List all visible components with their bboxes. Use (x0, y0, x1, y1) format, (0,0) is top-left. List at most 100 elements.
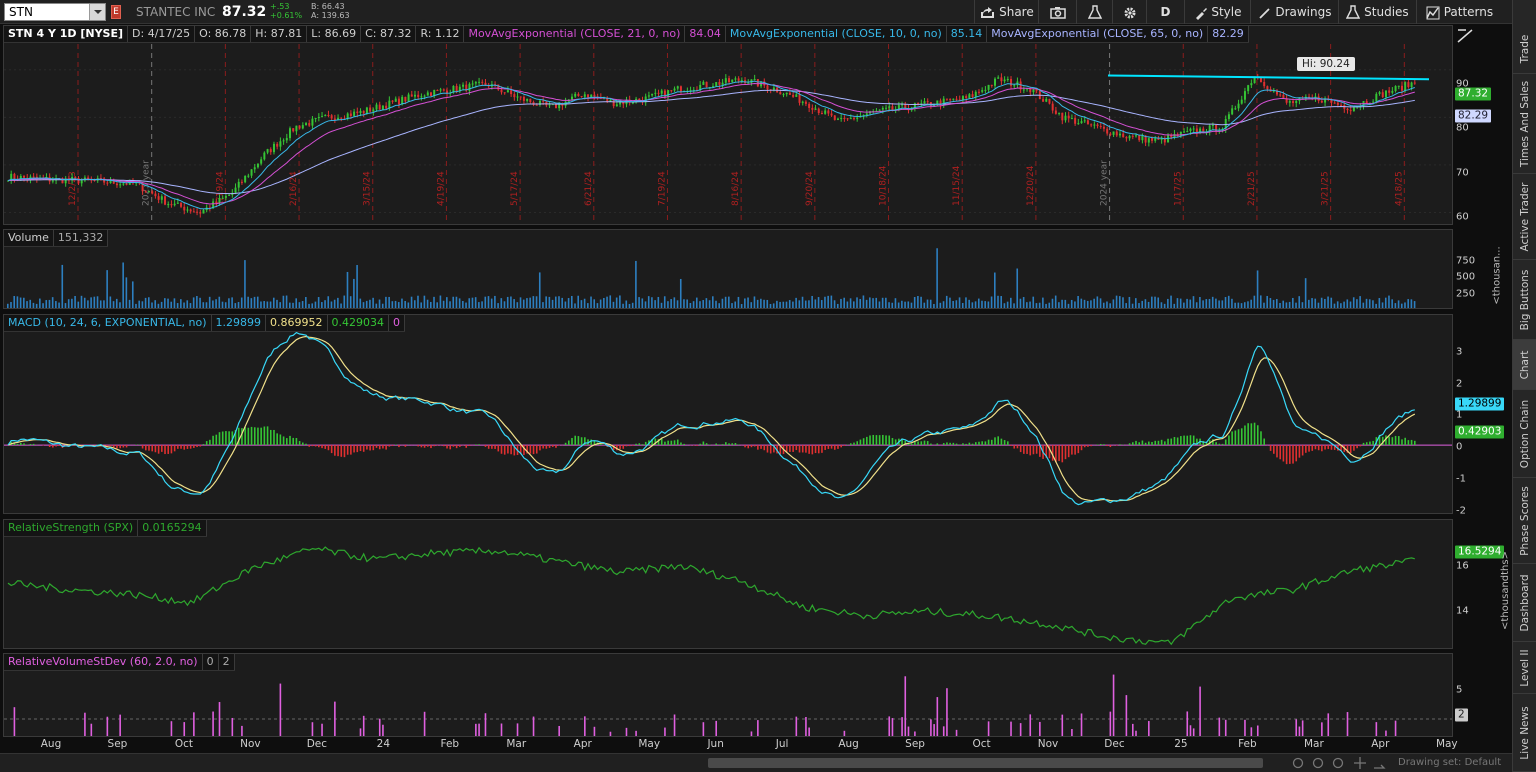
volume-bar (651, 297, 653, 308)
candle-body (237, 181, 240, 188)
time-axis[interactable]: Aug Sep Oct Nov Dec 24 Feb Mar Apr May Jun Jul Aug Se… (3, 738, 1458, 752)
symbol-dropdown-icon[interactable] (89, 4, 105, 20)
candle-body (1010, 79, 1013, 86)
volume-panel[interactable]: Volume 151,332 (3, 229, 1453, 309)
price-legend: STN 4 Y 1D [NYSE] D: 4/17/25 O: 86.78 H:… (4, 26, 1249, 43)
tab-chart[interactable]: Chart (1513, 340, 1536, 390)
patterns-button[interactable]: Patterns (1416, 0, 1502, 24)
macd-histogram-bar (1298, 445, 1301, 458)
volume-bar (452, 296, 455, 308)
candle-body (593, 94, 596, 97)
volume-bar (827, 295, 829, 308)
macd-histogram-bar (340, 445, 343, 457)
legend-ma10[interactable]: MovAvgExponential (CLOSE, 10, 0, no) (726, 26, 947, 42)
studies-button[interactable]: Studies (1338, 0, 1416, 24)
macd-histogram-bar (1096, 444, 1099, 446)
volume-bar (1096, 296, 1099, 308)
tab-times-and-sales[interactable]: Times And Sales (1513, 74, 1536, 174)
tab-active-trader[interactable]: Active Trader (1513, 174, 1536, 260)
volume-bar (619, 295, 621, 308)
relative-strength-panel[interactable]: RelativeStrength (SPX) 0.0165294 (3, 519, 1453, 649)
rv-bar (907, 726, 910, 736)
volume-bar (923, 302, 926, 308)
volume-bar (1410, 299, 1413, 308)
trendline-tool-icon[interactable] (1456, 26, 1476, 46)
candle-body (240, 181, 243, 183)
candle-body (554, 104, 557, 109)
candle-body (1410, 82, 1413, 87)
tab-big-buttons[interactable]: Big Buttons (1513, 260, 1536, 340)
tab-option-chain-label: Option Chain (1519, 399, 1531, 468)
tab-trade[interactable]: Trade (1513, 24, 1536, 74)
drawing-set-label[interactable]: Drawing set: Default (1398, 757, 1501, 768)
settings-button[interactable] (1112, 0, 1146, 24)
volume-bar (663, 296, 666, 308)
volume-bar (189, 303, 192, 308)
rv-bar (558, 725, 560, 736)
price-chart[interactable]: 12/2/23 2023 year 1/19/24 2/16/24 3/15/24 4/1… (4, 26, 1453, 225)
price-change: +.53 +0.61% (270, 2, 302, 20)
volume-bar (708, 300, 711, 308)
rv-bar (478, 723, 480, 736)
volume-bar (1269, 298, 1272, 308)
macd-histogram-bar (984, 441, 987, 446)
rv-axis[interactable]: 5 2 (1453, 653, 1500, 737)
price-axis[interactable]: 90 80 70 60 87.32 82.29 (1453, 25, 1500, 225)
volume-chart[interactable] (4, 230, 1453, 309)
rs-chart[interactable] (4, 520, 1453, 649)
rs-axis[interactable]: 16 14 16.5294 (1453, 519, 1505, 649)
macd-axis[interactable]: 3 2 1 0 -1 -2 1.29899 0.42903 (1453, 314, 1505, 517)
volume-bar (561, 297, 563, 308)
relative-volume-panel[interactable]: RelativeVolumeStDev (60, 2.0, no) 0 2 (3, 653, 1453, 737)
tab-live-news[interactable]: Live News (1513, 694, 1536, 772)
candle-body (981, 90, 984, 92)
macd-histogram-bar (1074, 445, 1076, 455)
volume-bar (138, 300, 140, 308)
candle-body (718, 82, 721, 85)
symbol-input[interactable]: STN (4, 3, 106, 21)
legend-date: D: 4/17/25 (128, 26, 196, 42)
macd-panel[interactable]: MACD (10, 24, 6, EXPONENTIAL, no) 1.2989… (3, 314, 1453, 514)
macd-chart[interactable] (4, 315, 1453, 514)
time-axis-label: Oct (174, 738, 193, 750)
volume-bar (987, 301, 990, 308)
volume-bar (1276, 298, 1278, 308)
macd-histogram-bar (888, 435, 891, 446)
candle-body (772, 87, 775, 90)
rv-bar (843, 730, 846, 736)
macd-histogram-bar (978, 441, 980, 446)
legend-ma65[interactable]: MovAvgExponential (CLOSE, 65, 0, no) (987, 26, 1209, 42)
volume-bar (311, 303, 314, 308)
volume-tick: 500 (1456, 271, 1476, 283)
volume-bar (208, 296, 211, 308)
volume-bar (337, 297, 339, 308)
volume-bar (1407, 299, 1409, 308)
drawings-button[interactable]: Drawings (1250, 0, 1338, 24)
volume-bar (1227, 295, 1230, 308)
earnings-flag-icon[interactable]: E (111, 5, 121, 19)
zoom-controls[interactable] (1290, 756, 1390, 770)
tab-dashboard[interactable]: Dashboard (1513, 564, 1536, 642)
volume-bar (1157, 297, 1160, 308)
tab-level-ii[interactable]: Level II (1513, 642, 1536, 694)
legend-ma21[interactable]: MovAvgExponential (CLOSE, 21, 0, no) (464, 26, 686, 42)
macd-tick: 2 (1456, 378, 1463, 390)
study-lab-button[interactable] (1076, 0, 1112, 24)
volume-bar (490, 298, 493, 308)
candle-body (455, 85, 458, 92)
period-button[interactable]: D (1146, 0, 1184, 24)
tab-option-chain[interactable]: Option Chain (1513, 390, 1536, 478)
candle-body (1090, 124, 1093, 126)
price-panel[interactable]: STN 4 Y 1D [NYSE] D: 4/17/25 O: 86.78 H:… (3, 25, 1453, 225)
volume-bar (401, 298, 403, 308)
legend-ma10-value: 85.14 (947, 26, 988, 42)
share-button[interactable]: Share (974, 0, 1038, 24)
chart-scrollbar[interactable] (708, 758, 1263, 768)
tab-phase-scores[interactable]: Phase Scores (1513, 478, 1536, 564)
style-button[interactable]: Style (1184, 0, 1250, 24)
snapshot-button[interactable] (1038, 0, 1076, 24)
candle-body (638, 98, 641, 101)
candle-body (1106, 128, 1109, 134)
volume-bar (67, 299, 70, 308)
candle-body (974, 91, 977, 97)
